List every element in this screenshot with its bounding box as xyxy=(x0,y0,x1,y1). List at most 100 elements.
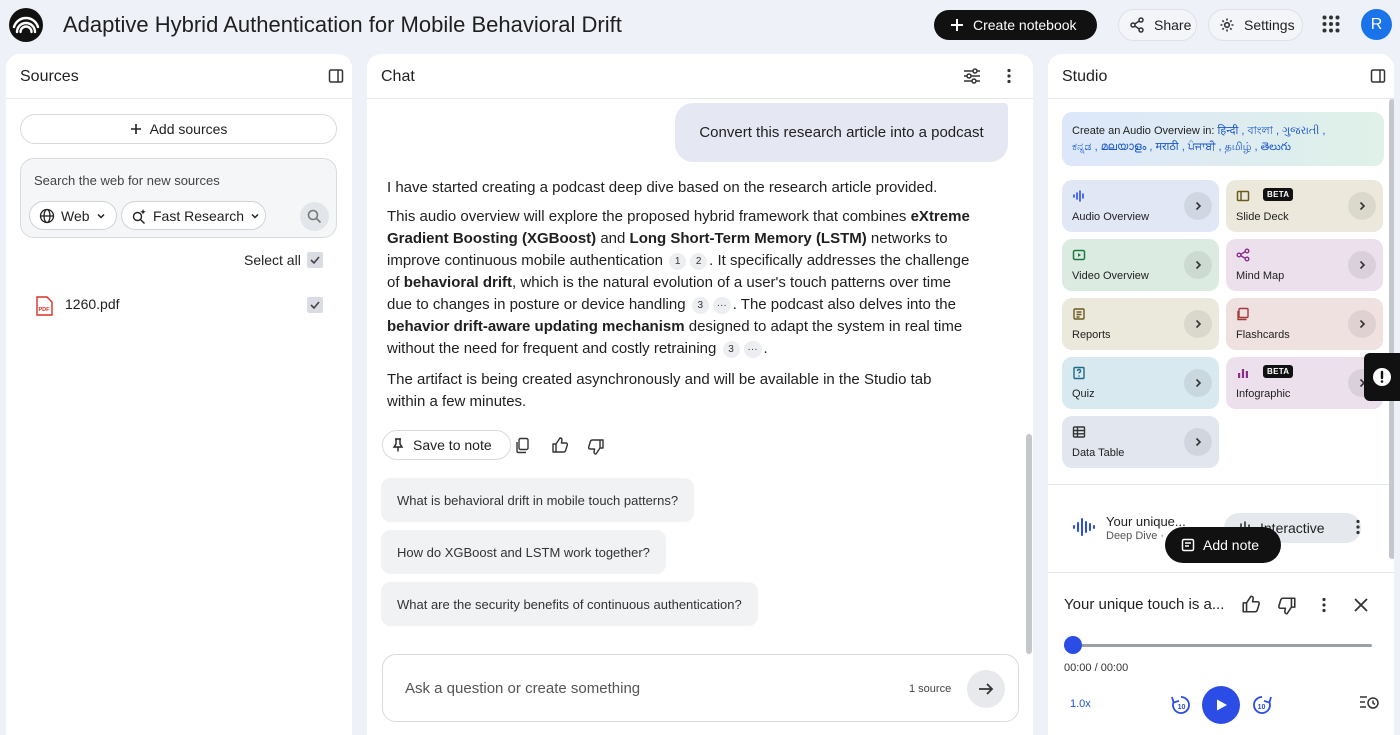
studio-tile-data-table[interactable]: Data Table xyxy=(1062,416,1219,468)
source-item-name[interactable]: 1260.pdf xyxy=(65,296,120,312)
save-to-note-button[interactable]: Save to note xyxy=(382,430,511,460)
suggestion-chip[interactable]: How do XGBoost and LSTM work together? xyxy=(381,530,666,574)
playback-speed-button[interactable]: 1.0x xyxy=(1070,698,1091,710)
audio-language-card: Create an Audio Overview in: हिन्दी , বা… xyxy=(1062,112,1384,166)
chevron-right-icon[interactable] xyxy=(1184,192,1212,220)
chevron-right-icon[interactable] xyxy=(1348,192,1376,220)
player-progress-bar[interactable] xyxy=(1064,644,1372,647)
studio-tile-flashcards[interactable]: Flashcards xyxy=(1226,298,1383,350)
create-notebook-button[interactable]: Create notebook xyxy=(934,10,1097,40)
forward-10-icon[interactable]: 10 xyxy=(1251,694,1273,716)
plus-icon xyxy=(950,18,964,32)
artifact-subtitle: Deep Dive · xyxy=(1106,530,1165,542)
bold-term: behavior drift-aware updating mechanism xyxy=(387,318,685,335)
rewind-10-icon[interactable]: 10 xyxy=(1170,694,1192,716)
thumbs-up-icon[interactable] xyxy=(1241,594,1261,614)
sources-panel: Sources Add sources Search the web for n… xyxy=(6,54,352,735)
svg-text:10: 10 xyxy=(1258,704,1266,711)
app-logo[interactable] xyxy=(9,8,43,42)
add-note-label: Add note xyxy=(1203,537,1260,553)
language-links-line-1[interactable]: हिन्दी , বাংলা , ગુજરાતી , xyxy=(1218,125,1326,137)
search-submit-button[interactable] xyxy=(300,202,329,231)
quiz-icon xyxy=(1072,366,1086,380)
language-links-line-2[interactable]: ಕನ್ನಡ , മലയാളം , मराठी , ਪੰਜਾਬੀ , தமிழ் … xyxy=(1072,141,1291,153)
citation-chip[interactable]: 1 xyxy=(669,252,687,270)
chat-input[interactable]: Ask a question or create something xyxy=(405,680,640,697)
citation-chip[interactable]: 3 xyxy=(691,296,709,314)
thumbs-down-icon[interactable] xyxy=(587,438,605,456)
citation-chip[interactable]: 3 xyxy=(722,340,740,358)
reports-icon xyxy=(1072,307,1086,321)
mind-map-icon xyxy=(1236,248,1250,262)
web-source-dropdown[interactable]: Web xyxy=(29,201,117,230)
response-paragraph-3: The artifact is being created asynchrono… xyxy=(387,371,932,410)
pin-icon xyxy=(391,438,405,452)
playlist-schedule-icon[interactable] xyxy=(1359,694,1379,712)
web-search-box: Search the web for new sources Web Fast … xyxy=(20,158,337,238)
tile-label: Infographic xyxy=(1236,388,1291,400)
send-button[interactable] xyxy=(967,670,1005,708)
studio-scrollbar[interactable] xyxy=(1389,99,1394,559)
tune-icon[interactable] xyxy=(963,68,981,84)
chevron-right-icon[interactable] xyxy=(1348,310,1376,338)
player-time: 00:00 / 00:00 xyxy=(1064,662,1129,674)
studio-divider xyxy=(1048,484,1394,485)
select-all-checkbox[interactable] xyxy=(307,252,323,268)
studio-tile-infographic[interactable]: BETA Infographic xyxy=(1226,357,1383,409)
more-vert-icon[interactable] xyxy=(1006,68,1012,84)
chat-input-box[interactable]: Ask a question or create something 1 sou… xyxy=(382,654,1019,722)
chevron-right-icon[interactable] xyxy=(1184,428,1212,456)
settings-button[interactable]: Settings xyxy=(1208,9,1303,41)
share-button[interactable]: Share xyxy=(1118,9,1197,41)
suggestion-chip[interactable]: What are the security benefits of contin… xyxy=(381,582,758,626)
more-vert-icon[interactable] xyxy=(1321,597,1327,613)
studio-tile-reports[interactable]: Reports xyxy=(1062,298,1219,350)
search-icon xyxy=(307,209,322,224)
table-icon xyxy=(1072,425,1086,439)
avatar[interactable]: R xyxy=(1361,9,1392,40)
research-mode-dropdown[interactable]: Fast Research xyxy=(121,201,266,230)
settings-label: Settings xyxy=(1244,17,1295,33)
feedback-tab[interactable] xyxy=(1364,353,1400,401)
suggestion-chip[interactable]: What is behavioral drift in mobile touch… xyxy=(381,478,695,522)
chevron-right-icon[interactable] xyxy=(1184,251,1212,279)
chevron-right-icon[interactable] xyxy=(1348,251,1376,279)
artifact-title[interactable]: Your unique... xyxy=(1106,514,1186,529)
web-search-input[interactable]: Search the web for new sources xyxy=(34,173,220,188)
studio-tile-mind-map[interactable]: Mind Map xyxy=(1226,239,1383,291)
response-text: and xyxy=(596,230,630,247)
notebook-title[interactable]: Adaptive Hybrid Authentication for Mobil… xyxy=(63,12,622,38)
play-button[interactable] xyxy=(1202,686,1240,724)
chevron-down-icon xyxy=(250,211,260,221)
add-sources-button[interactable]: Add sources xyxy=(20,114,337,144)
thumbs-down-icon[interactable] xyxy=(1277,596,1297,616)
thumbs-up-icon[interactable] xyxy=(551,436,569,454)
close-icon[interactable] xyxy=(1354,598,1368,612)
copy-icon[interactable] xyxy=(515,437,531,454)
feedback-icon xyxy=(1371,366,1393,388)
chevron-right-icon[interactable] xyxy=(1184,369,1212,397)
source-count: 1 source xyxy=(909,683,952,695)
more-vert-icon[interactable] xyxy=(1355,519,1361,535)
studio-divider xyxy=(1048,572,1394,573)
source-checkbox[interactable] xyxy=(307,297,323,313)
response-text: . xyxy=(763,340,768,357)
player-progress-handle[interactable] xyxy=(1064,636,1082,654)
citation-chip[interactable]: ··· xyxy=(712,296,731,314)
studio-tile-quiz[interactable]: Quiz xyxy=(1062,357,1219,409)
citation-chip[interactable]: 2 xyxy=(690,252,708,270)
user-message: Convert this research article into a pod… xyxy=(675,103,1008,162)
sources-title: Sources xyxy=(20,68,79,85)
add-note-button[interactable]: Add note xyxy=(1165,527,1281,563)
citation-chip[interactable]: ··· xyxy=(743,340,762,358)
studio-tile-slide-deck[interactable]: BETA Slide Deck xyxy=(1226,180,1383,232)
chevron-right-icon[interactable] xyxy=(1184,310,1212,338)
studio-header: Studio xyxy=(1048,54,1394,99)
bold-term: behavioral drift xyxy=(403,274,513,291)
studio-tile-audio-overview[interactable]: Audio Overview xyxy=(1062,180,1219,232)
collapse-panel-icon[interactable] xyxy=(328,68,344,84)
apps-grid-icon[interactable] xyxy=(1322,15,1340,33)
chat-scrollbar[interactable] xyxy=(1026,434,1032,654)
collapse-panel-icon[interactable] xyxy=(1370,68,1386,84)
studio-tile-video-overview[interactable]: Video Overview xyxy=(1062,239,1219,291)
